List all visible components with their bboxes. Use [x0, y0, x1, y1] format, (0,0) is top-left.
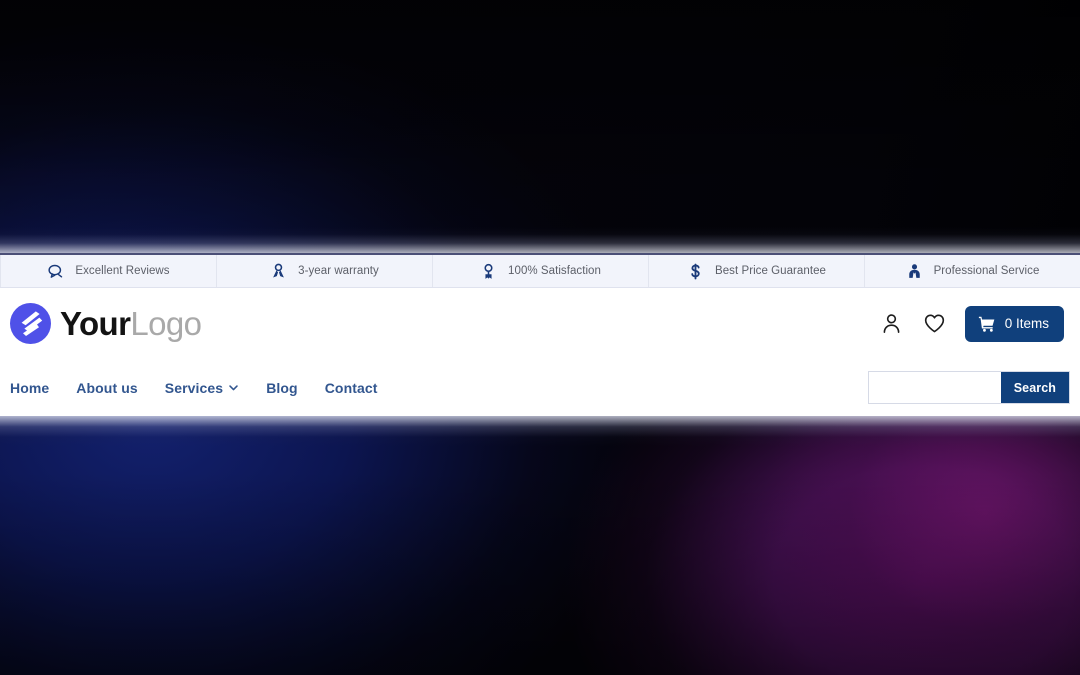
nav-item-label: Services [164, 379, 224, 396]
shopping-cart-icon [978, 315, 996, 333]
nav-item-home[interactable]: Home [10, 380, 49, 396]
user-icon [880, 312, 903, 335]
topbar-item-best-price-guarantee[interactable]: Best Price Guarantee [649, 255, 865, 287]
nav-item-label: Home [10, 379, 50, 396]
cart-button[interactable]: 0 Items [964, 305, 1064, 342]
nav-item-label: Contact [324, 379, 378, 396]
topbar-item-3-year-warranty[interactable]: 3-year warranty [217, 255, 433, 287]
heart-icon [923, 312, 946, 335]
award-ribbon-icon [270, 263, 287, 280]
brand-logo-link[interactable]: YourLogo [10, 303, 202, 344]
nav-item-label: About us [76, 379, 138, 396]
nav-row: Home About us Services Blog Contact Sear… [0, 359, 1080, 416]
cart-button-label: 0 Items [1004, 315, 1049, 331]
topbar-item-label: Best Price Guarantee [715, 265, 826, 277]
account-button[interactable] [879, 311, 905, 337]
nav-item-services[interactable]: Services [165, 380, 239, 396]
search-form: Search [868, 371, 1070, 404]
chat-bubble-icon [47, 263, 64, 280]
brand-name-bold: Your [60, 305, 131, 342]
nav-item-label: Blog [266, 379, 298, 396]
chevron-down-icon [228, 382, 239, 393]
brand-name: YourLogo [60, 305, 202, 342]
nav-item-blog[interactable]: Blog [266, 380, 298, 396]
header-main: YourLogo 0 Items Home About us Services … [0, 288, 1080, 416]
nav-item-contact[interactable]: Contact [325, 380, 378, 396]
topbar-item-label: Professional Service [933, 265, 1040, 277]
search-button[interactable]: Search [1000, 372, 1069, 403]
topbar-item-label: Excellent Reviews [75, 265, 170, 277]
main-navigation: Home About us Services Blog Contact [10, 380, 378, 396]
top-utility-bar: Excellent Reviews 3-year warranty 100% S… [0, 253, 1080, 288]
user-tie-icon [906, 263, 923, 280]
medal-icon [480, 263, 497, 280]
topbar-item-100-satisfaction[interactable]: 100% Satisfaction [433, 255, 649, 287]
search-input[interactable] [869, 372, 1001, 403]
brand-name-light: Logo [130, 305, 202, 342]
nav-item-about-us[interactable]: About us [76, 380, 137, 396]
site-header: Excellent Reviews 3-year warranty 100% S… [0, 227, 1080, 446]
header-actions: 0 Items [879, 305, 1070, 342]
topbar-item-label: 3-year warranty [298, 265, 379, 277]
logo-row: YourLogo 0 Items [0, 288, 1080, 359]
topbar-item-professional-service[interactable]: Professional Service [865, 255, 1080, 287]
topbar-item-label: 100% Satisfaction [508, 265, 601, 277]
topbar-item-excellent-reviews[interactable]: Excellent Reviews [0, 255, 217, 287]
wishlist-button[interactable] [922, 311, 948, 337]
swoosh-logo-icon [10, 303, 51, 344]
dollar-sign-icon [687, 263, 704, 280]
